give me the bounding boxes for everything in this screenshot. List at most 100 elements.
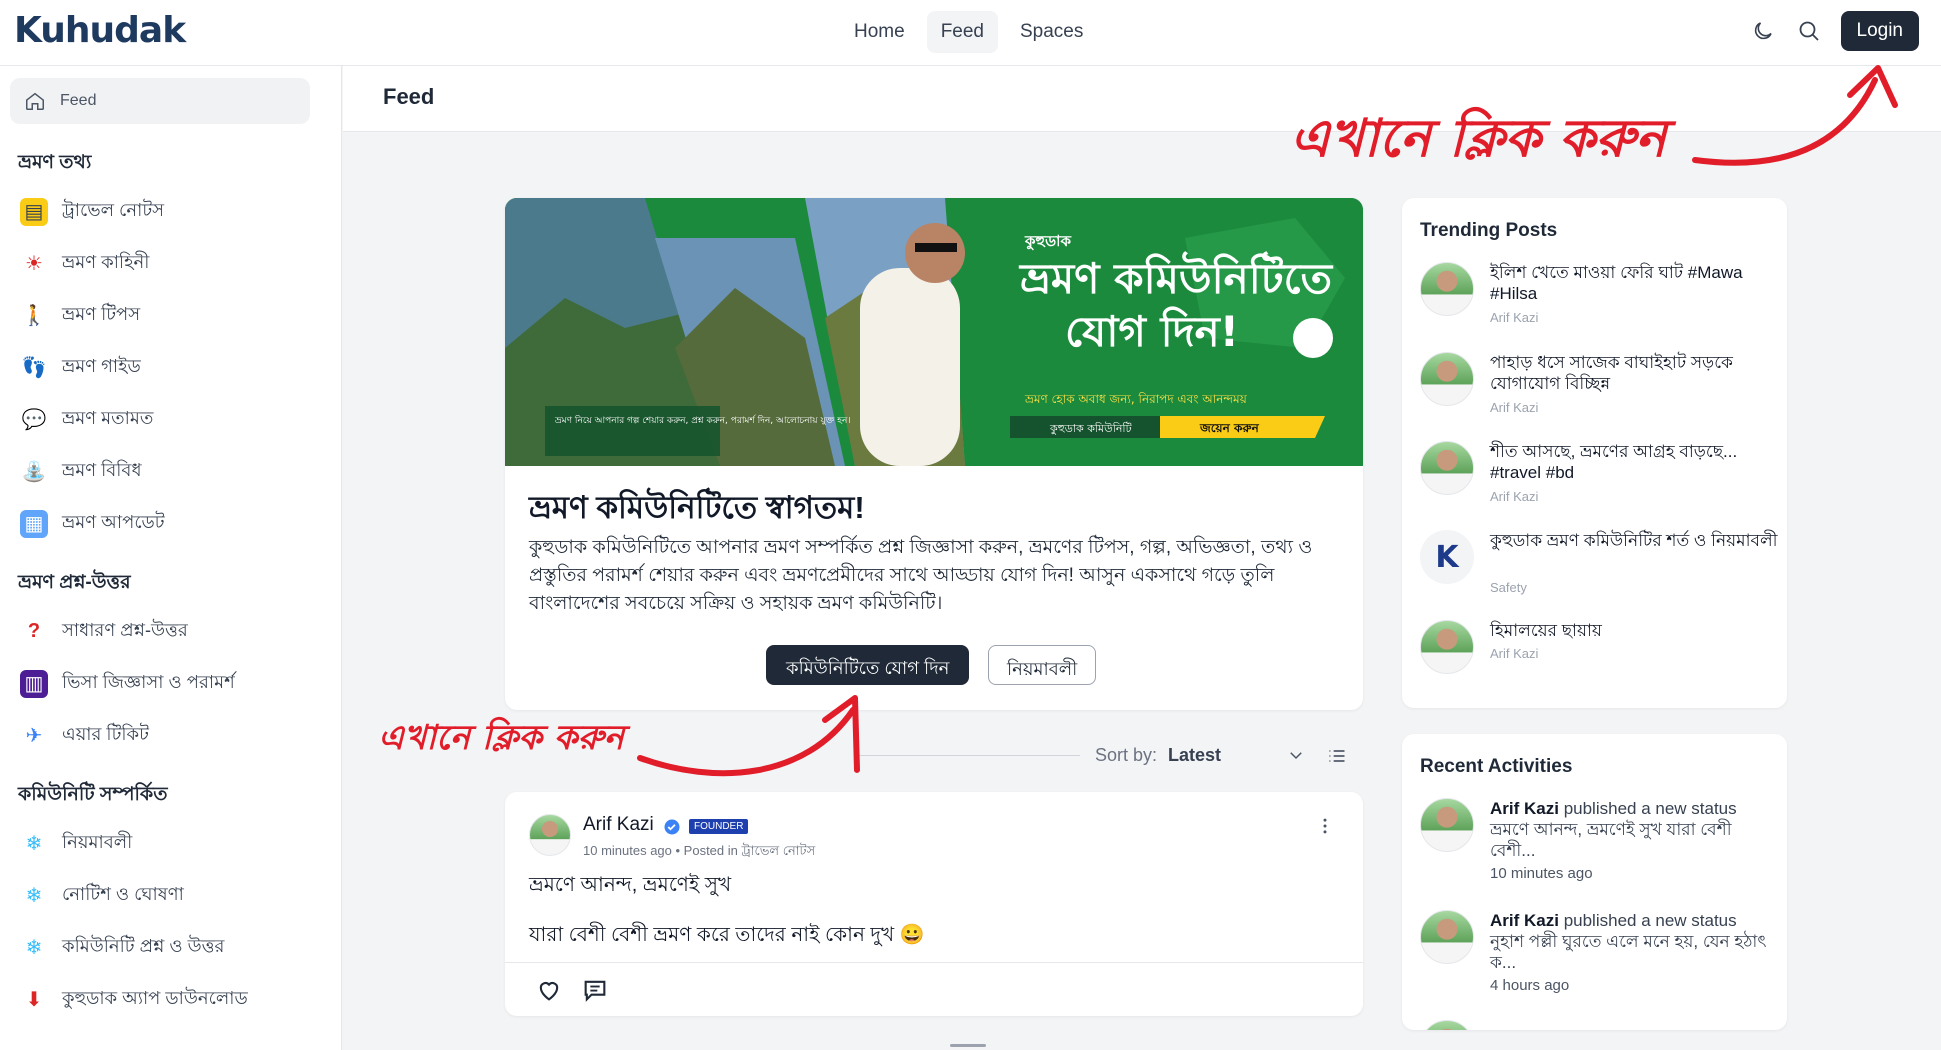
sidebar-item-general-qa[interactable]: ? সাধারণ প্রশ্ন-উত্তর: [20, 616, 188, 647]
avatar: [1420, 262, 1474, 316]
trending-item[interactable]: শীত আসছে, ভ্রমণের আগ্রহ বাড়ছে... #trave…: [1420, 441, 1770, 521]
sidebar-item-label: ভ্রমণ টিপস: [62, 304, 141, 324]
list-view-icon[interactable]: [1327, 746, 1347, 766]
banner-join-cta: জয়েন করুন: [1199, 421, 1260, 435]
banner-headline-2: যোগ দিন!: [1065, 306, 1239, 356]
sidebar-item-travel-update[interactable]: ▦ ভ্রমণ আপডেট: [20, 508, 165, 539]
sidebar-item-label: কুহুডাক অ্যাপ ডাউনলোড: [62, 988, 248, 1008]
trending-author: Arif Kazi: [1490, 646, 1539, 661]
sidebar-item-notice[interactable]: ❄ নোটিশ ও ঘোষণা: [20, 880, 184, 911]
sidebar-item-label: Feed: [60, 92, 97, 109]
sidebar-item-feed[interactable]: Feed: [10, 78, 310, 124]
snowflake-icon: ❄: [25, 833, 43, 855]
banner-tagline: ভ্রমণ হোক অবাধ জন্য, নিরাপদ এবং আনন্দময়: [1024, 392, 1248, 406]
sidebar-item-app-download[interactable]: ⬇ কুহুডাক অ্যাপ ডাউনলোড: [20, 984, 248, 1015]
banner-left-caption: ভ্রমণ নিয়ে আপনার গল্প শেয়ার করুন, প্রশ…: [554, 415, 851, 426]
comment-icon[interactable]: [581, 976, 609, 1004]
sidebar-item-label: ভ্রমণ বিবিধ: [62, 460, 142, 480]
sidebar-section-title: ভ্রমণ প্রশ্ন-উত্তর: [18, 572, 131, 593]
trending-item[interactable]: ইলিশ খেতে মাওয়া ফেরি ঘাট #Mawa #Hilsa A…: [1420, 262, 1770, 342]
banner-brand: কুহুডাক: [1024, 232, 1071, 251]
sidebar-item-label: ভ্রমণ মতামত: [62, 408, 154, 428]
sidebar-item-travel-guide[interactable]: 👣 ভ্রমণ গাইড: [20, 352, 141, 383]
activity-excerpt: ভ্রমণে আনন্দ, ভ্রমণেই সুখ যারা বেশী বেশী…: [1490, 820, 1732, 860]
dark-mode-moon-icon[interactable]: [1749, 17, 1777, 45]
activity-action: published a new status: [1558, 911, 1737, 930]
sidebar-item-travel-tips[interactable]: 🚶 ভ্রমণ টিপস: [20, 300, 141, 331]
divider: [505, 962, 1363, 963]
recent-activities-card: Recent Activities Arif Kazi published a …: [1402, 734, 1787, 1030]
welcome-description: কুহুডাক কমিউনিটিতে আপনার ভ্রমণ সম্পর্কিত…: [529, 537, 1313, 614]
trending-title: ইলিশ খেতে মাওয়া ফেরি ঘাট #Mawa #Hilsa: [1490, 263, 1743, 303]
join-community-button[interactable]: কমিউনিটিতে যোগ দিন: [766, 645, 970, 685]
sidebar-item-air-ticket[interactable]: ✈ এয়ার টিকিট: [20, 720, 149, 751]
activity-author[interactable]: Arif Kazi: [1490, 911, 1559, 930]
question-icon: ?: [27, 620, 41, 642]
heart-icon[interactable]: [535, 976, 563, 1004]
sidebar-item-label: কমিউনিটি প্রশ্ন ও উত্তর: [62, 936, 225, 956]
download-icon: ⬇: [25, 989, 43, 1011]
sidebar-item-label: নিয়মাবলী: [62, 832, 133, 852]
sidebar-item-label: এয়ার টিকিট: [62, 724, 149, 744]
avatar: [1420, 352, 1474, 406]
trending-author: Safety: [1490, 580, 1527, 595]
sidebar-section-title: কমিউনিটি সম্পর্কিত: [18, 784, 168, 805]
community-banner[interactable]: ভ্রমণ নিয়ে আপনার গল্প শেয়ার করুন, প্রশ…: [505, 198, 1363, 466]
walker-icon: 🚶: [21, 305, 47, 327]
nav-home[interactable]: Home: [840, 11, 919, 53]
divider: [855, 755, 1080, 756]
sidebar-item-travel-notes[interactable]: ▤ ট্রাভেল নোটস: [20, 196, 164, 227]
sidebar-item-travel-misc[interactable]: ⛲ ভ্রমণ বিবিধ: [20, 456, 142, 487]
page-title: Feed: [383, 84, 435, 109]
trending-item[interactable]: পাহাড় ধসে সাজেক বাঘাইহাট সড়কে যোগাযোগ …: [1420, 352, 1770, 432]
activity-excerpt: নুহাশ পল্লী ঘুরতে এলে মনে হয়, যেন হঠাৎ …: [1490, 932, 1767, 972]
chevron-down-icon[interactable]: [1287, 746, 1305, 764]
post-text-line: ভ্রমণে আনন্দ, ভ্রমণেই সুখ: [529, 874, 732, 896]
site-logo[interactable]: Kuhudak: [14, 10, 186, 51]
sidebar-item-label: ভিসা জিজ্ঞাসা ও পরামর্শ: [62, 672, 235, 692]
sort-select[interactable]: Latest: [1168, 745, 1221, 766]
search-icon[interactable]: [1795, 17, 1823, 45]
nav-feed[interactable]: Feed: [926, 11, 998, 53]
post-text-line: যারা বেশী বেশী ভ্রমণ করে তাদের নাই কোন দ…: [529, 924, 925, 946]
post-meta: 10 minutes ago • Posted in ট্রাভেল নোটস: [583, 843, 816, 858]
sidebar-item-community-qa[interactable]: ❄ কমিউনিটি প্রশ্ন ও উত্তর: [20, 932, 225, 963]
nav-spaces[interactable]: Spaces: [1006, 11, 1097, 53]
welcome-title: ভ্রমণ কমিউনিটিতে স্বাগতম!: [529, 490, 865, 525]
founder-badge: FOUNDER: [689, 819, 749, 834]
sidebar-item-visa[interactable]: ▥ ভিসা জিজ্ঞাসা ও পরামর্শ: [20, 668, 235, 699]
kebab-menu-icon[interactable]: [1315, 816, 1335, 836]
sidebar-section-title: ভ্রমণ তথ্য: [18, 152, 92, 173]
avatar[interactable]: [529, 814, 571, 856]
footprints-icon: 👣: [21, 357, 47, 379]
sidebar-item-label: ভ্রমণ গাইড: [62, 356, 141, 376]
card-title: Recent Activities: [1420, 756, 1573, 777]
trending-author: Arif Kazi: [1490, 489, 1539, 504]
trending-item[interactable]: K কুহুডাক ভ্রমণ কমিউনিটির শর্ত ও নিয়মাব…: [1420, 530, 1778, 610]
trending-title: কুহুডাক ভ্রমণ কমিউনিটির শর্ত ও নিয়মাবলী: [1490, 531, 1778, 550]
rules-button[interactable]: নিয়মাবলী: [988, 645, 1097, 685]
welcome-card: ভ্রমণ নিয়ে আপনার গল্প শেয়ার করুন, প্রশ…: [505, 198, 1363, 710]
activity-text: Arif Kazi published a new status নুহাশ পল…: [1490, 910, 1780, 973]
verified-badge-icon: [664, 819, 680, 835]
scroll-handle[interactable]: [950, 1044, 986, 1047]
speech-bubble-icon: 💬: [21, 409, 47, 431]
sidebar-item-label: ট্রাভেল নোটস: [62, 200, 165, 220]
sort-label: Sort by:: [1095, 745, 1158, 765]
sidebar-item-label: সাধারণ প্রশ্ন-উত্তর: [62, 620, 188, 640]
login-button[interactable]: Login: [1840, 11, 1919, 51]
sidebar-item-travel-stories[interactable]: ☀ ভ্রমণ কাহিনী: [20, 248, 149, 279]
activity-action: published a new status: [1558, 799, 1737, 818]
sidebar-item-travel-opinion[interactable]: 💬 ভ্রমণ মতামত: [20, 404, 154, 435]
trending-title: শীত আসছে, ভ্রমণের আগ্রহ বাড়ছে... #trave…: [1490, 442, 1738, 482]
snowflake-icon: ❄: [25, 885, 43, 907]
activity-time: 4 hours ago: [1490, 977, 1570, 994]
sidebar-item-rules[interactable]: ❄ নিয়মাবলী: [20, 828, 133, 859]
sun-hand-icon: ☀: [25, 253, 43, 275]
post-author[interactable]: Arif Kazi: [583, 814, 654, 836]
activity-author[interactable]: Arif Kazi: [1490, 799, 1559, 818]
banner-graphic: ভ্রমণ নিয়ে আপনার গল্প শেয়ার করুন, প্রশ…: [505, 198, 1363, 466]
avatar: [1420, 798, 1474, 852]
trending-item[interactable]: হিমালয়ের ছায়ায় Arif Kazi: [1420, 620, 1770, 700]
trending-posts-card: Trending Posts ইলিশ খেতে মাওয়া ফেরি ঘাট…: [1402, 198, 1787, 708]
